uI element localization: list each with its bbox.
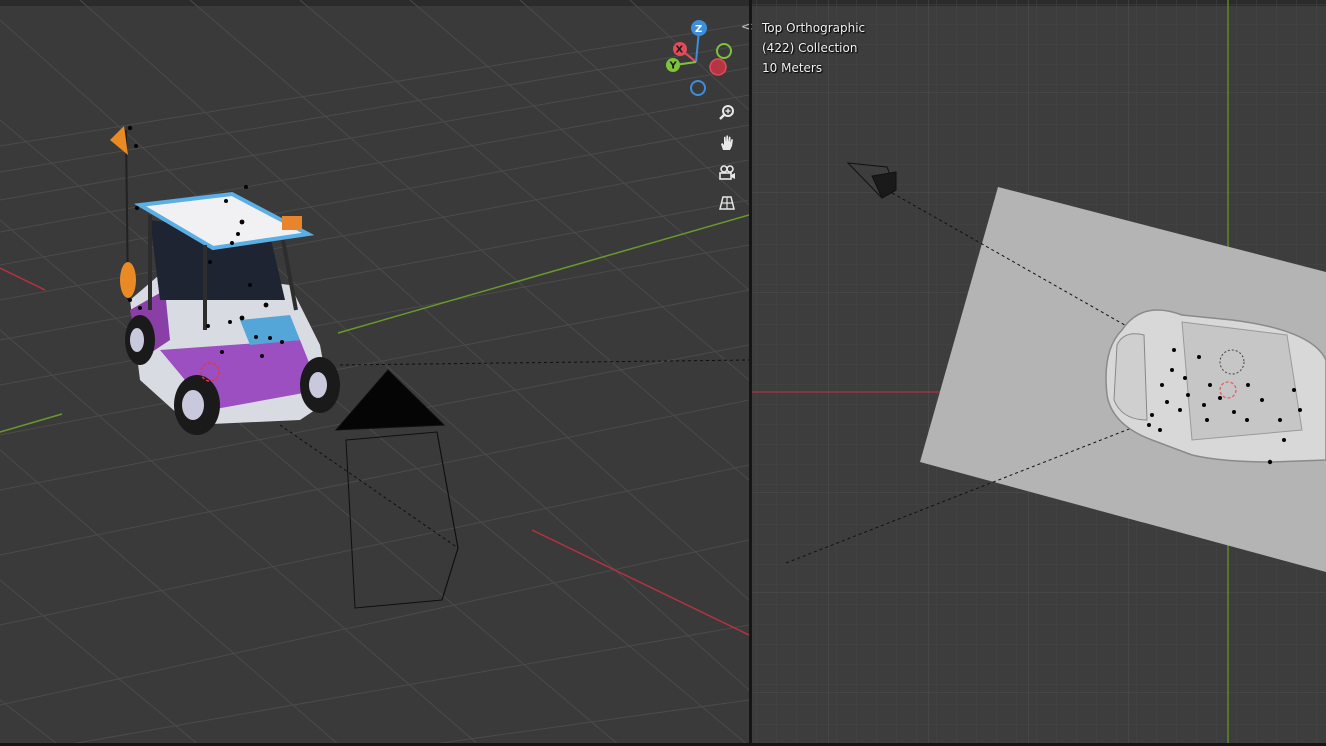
- gizmo-neg-y: [716, 43, 732, 59]
- gizmo-neg-z: [690, 80, 706, 96]
- orthographic-scene: [752, 0, 1326, 746]
- gizmo-x-label: X: [676, 45, 684, 56]
- camera-view-icon[interactable]: [714, 160, 740, 186]
- view-title: Top Orthographic: [762, 21, 866, 35]
- gizmo-y-label: Y: [669, 61, 678, 72]
- x-axis-line-2: [531, 529, 749, 636]
- viewport-3d-perspective[interactable]: X Y Z: [0, 0, 749, 746]
- navigation-gizmo[interactable]: X Y Z: [0, 0, 749, 120]
- camera-object: [279, 359, 749, 609]
- viewport-info-overlay: Top Orthographic (422) Collection 10 Met…: [762, 18, 865, 78]
- gizmo-neg-x: [709, 58, 727, 76]
- viewport-top-orthographic[interactable]: Top Orthographic (422) Collection 10 Met…: [752, 0, 1326, 746]
- zoom-icon[interactable]: [714, 100, 740, 126]
- collection-label: (422) Collection: [762, 41, 858, 55]
- gizmo-z-label: Z: [695, 24, 702, 35]
- scale-label: 10 Meters: [762, 61, 823, 75]
- golf-cart-model: [110, 125, 340, 435]
- x-axis-line: [0, 267, 46, 291]
- y-axis-line: [337, 214, 749, 334]
- grid-projection-icon[interactable]: [714, 190, 740, 216]
- hand-pan-icon[interactable]: [714, 130, 740, 156]
